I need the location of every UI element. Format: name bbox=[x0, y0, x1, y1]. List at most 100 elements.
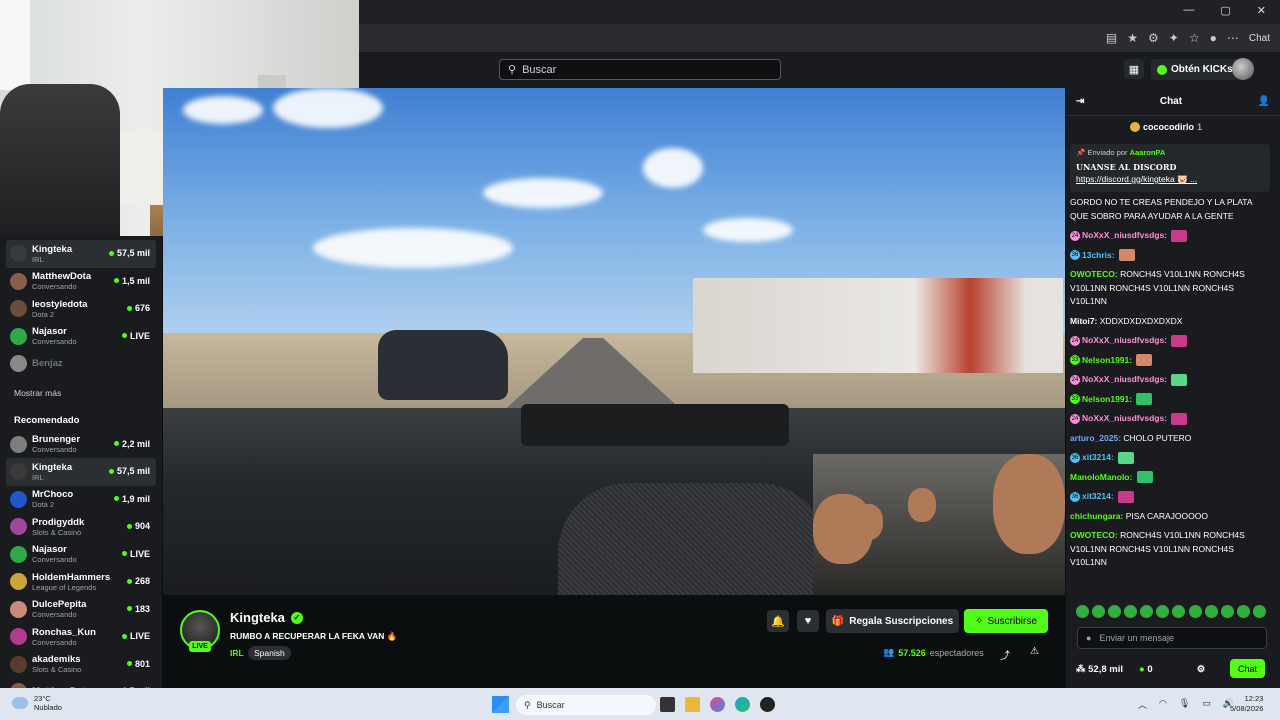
category-link[interactable]: IRL bbox=[230, 648, 244, 658]
get-kicks-button[interactable]: Obtén KICKs bbox=[1151, 59, 1239, 80]
sidebar-channel[interactable]: leostyledota Dota 2 676 bbox=[6, 295, 156, 323]
copilot-chat-button[interactable]: Chat bbox=[1249, 33, 1270, 44]
bookmark-star-icon[interactable]: ★ bbox=[1127, 31, 1138, 45]
emote-icon[interactable] bbox=[1108, 605, 1122, 618]
chat-message[interactable]: 33 Nelson1991: bbox=[1070, 393, 1266, 407]
sidebar-channel[interactable]: Najasor Conversando LIVE bbox=[6, 541, 156, 569]
subscribe-button[interactable]: ✧ Suscribirse bbox=[964, 609, 1048, 633]
emote-icon[interactable] bbox=[1156, 605, 1170, 618]
clock[interactable]: 12:23 5/08/2026 bbox=[1230, 694, 1263, 714]
share-icon[interactable]: ⤴ bbox=[1000, 647, 1010, 662]
sidebar-channel[interactable]: Brunenger Conversando 2,2 mil bbox=[6, 431, 156, 459]
sidebar-channel[interactable]: akademiks Slots & Casino 801 bbox=[6, 651, 156, 679]
language-tag[interactable]: Spanish bbox=[248, 646, 291, 660]
chat-username[interactable]: NoXxX_niusdfvsdgs: bbox=[1082, 335, 1167, 345]
emote-icon[interactable] bbox=[1204, 605, 1218, 618]
send-chat-button[interactable]: Chat bbox=[1230, 659, 1265, 678]
report-icon[interactable]: ⚠ bbox=[1030, 646, 1039, 657]
chat-username[interactable]: arturo_2025: bbox=[1070, 433, 1121, 443]
chat-message[interactable]: GORDO NO TE CREAS PENDEJO Y LA PLATA QUE… bbox=[1070, 196, 1266, 223]
emote-icon[interactable] bbox=[1220, 605, 1234, 618]
task-view-icon[interactable] bbox=[660, 697, 675, 712]
library-button[interactable]: ▦ bbox=[1124, 59, 1144, 79]
chat-message[interactable]: OWOTECO: RONCH4S V10L1NN RONCH4S V10L1NN… bbox=[1070, 529, 1266, 570]
chat-username[interactable]: OWOTECO: bbox=[1070, 530, 1118, 540]
emote-icon[interactable] bbox=[1188, 605, 1202, 618]
chevron-up-icon[interactable]: ︿ bbox=[1138, 698, 1147, 711]
chat-username[interactable]: Nelson1991: bbox=[1082, 355, 1132, 365]
chat-message[interactable]: 33 Nelson1991: bbox=[1070, 354, 1266, 368]
notification-bell-button[interactable]: 🔔 bbox=[767, 610, 789, 632]
chat-message[interactable]: Mitoi7: XDDXDXDXDXDXDX bbox=[1070, 315, 1266, 329]
chat-message[interactable]: 24 NoXxX_niusdfvsdgs: bbox=[1070, 373, 1266, 387]
more-icon[interactable]: ⋯ bbox=[1227, 31, 1239, 45]
edge-icon[interactable] bbox=[735, 697, 750, 712]
start-icon[interactable] bbox=[492, 696, 509, 713]
sidebar-channel[interactable]: MrChoco Dota 2 1,9 mil bbox=[6, 486, 156, 514]
profile-icon[interactable]: ● bbox=[1210, 31, 1217, 45]
extensions-icon[interactable]: ⚙ bbox=[1148, 31, 1159, 45]
chat-input[interactable]: ● Enviar un mensaje bbox=[1077, 627, 1267, 649]
chat-username[interactable]: Mitoi7: bbox=[1070, 316, 1097, 326]
chat-username[interactable]: xit3214: bbox=[1082, 452, 1114, 462]
app-icon[interactable] bbox=[760, 697, 775, 712]
chat-username[interactable]: OWOTECO: bbox=[1070, 269, 1118, 279]
minimize-button[interactable]: — bbox=[1183, 4, 1194, 17]
user-avatar[interactable] bbox=[1232, 58, 1254, 80]
weather-widget[interactable]: 23°C Nublado bbox=[12, 694, 62, 712]
collapse-chat-icon[interactable]: ⇥ bbox=[1076, 96, 1084, 107]
mic-icon[interactable]: 🎙 bbox=[1179, 698, 1190, 711]
chat-username[interactable]: NoXxX_niusdfvsdgs: bbox=[1082, 374, 1167, 384]
emote-icon[interactable] bbox=[1236, 605, 1250, 618]
chat-username[interactable]: 13chris: bbox=[1082, 250, 1115, 260]
chat-message[interactable]: 36 13chris: bbox=[1070, 249, 1266, 263]
sidebar-channel[interactable]: MatthewDota Conversando 1,5 mil bbox=[6, 268, 156, 296]
emote-icon[interactable] bbox=[1140, 605, 1154, 618]
maximize-button[interactable]: ▢ bbox=[1220, 4, 1230, 17]
taskbar-search[interactable]: ⚲ Buscar bbox=[516, 695, 656, 715]
sidebar-channel[interactable]: Benjaz bbox=[6, 350, 156, 378]
emote-icon[interactable] bbox=[1252, 605, 1266, 618]
chat-message[interactable]: 24 NoXxX_niusdfvsdgs: bbox=[1070, 412, 1266, 426]
chat-username[interactable]: NoXxX_niusdfvsdgs: bbox=[1082, 230, 1167, 240]
sidebar-channel[interactable]: Ronchas_Kun Conversando LIVE bbox=[6, 623, 156, 651]
extension-puzzle-icon[interactable]: ✦ bbox=[1169, 31, 1179, 45]
chat-username[interactable]: Nelson1991: bbox=[1082, 394, 1132, 404]
chat-username[interactable]: NoXxX_niusdfvsdgs: bbox=[1082, 413, 1167, 423]
chat-username[interactable]: ManoloManolo: bbox=[1070, 472, 1132, 482]
video-player[interactable] bbox=[163, 88, 1065, 595]
chat-message[interactable]: chichungara: PISA CARAJOOOOO bbox=[1070, 510, 1266, 524]
follow-button[interactable]: ♥ bbox=[797, 610, 819, 632]
chat-message[interactable]: ManoloManolo: bbox=[1070, 471, 1266, 485]
chat-message[interactable]: 36 xit3214: bbox=[1070, 490, 1266, 504]
emote-icon[interactable] bbox=[1124, 605, 1138, 618]
chat-users-icon[interactable]: 👤 bbox=[1258, 96, 1270, 107]
favorites-icon[interactable]: ☆ bbox=[1189, 31, 1200, 45]
chat-message[interactable]: 24 NoXxX_niusdfvsdgs: bbox=[1070, 229, 1266, 243]
sidebar-channel[interactable]: Kingteka IRL 57,5 mil bbox=[6, 240, 156, 268]
file-explorer-icon[interactable] bbox=[685, 697, 700, 712]
gift-subs-button[interactable]: 🎁 Regala Suscripciones bbox=[826, 609, 959, 633]
sidebar-channel[interactable]: Kingteka IRL 57,5 mil bbox=[6, 458, 156, 486]
channel-name[interactable]: Kingteka ✓ bbox=[230, 610, 303, 625]
sidebar-channel[interactable]: DulcePepita Conversando 183 bbox=[6, 596, 156, 624]
chat-message[interactable]: 24 NoXxX_niusdfvsdgs: bbox=[1070, 334, 1266, 348]
sidebar-channel[interactable]: HoldemHammers League of Legends 268 bbox=[6, 568, 156, 596]
display-icon[interactable]: ▭ bbox=[1202, 698, 1211, 711]
sidebar-channel[interactable]: Najasor Conversando LIVE bbox=[6, 323, 156, 351]
search-input[interactable]: ⚲ Buscar bbox=[499, 59, 781, 80]
close-button[interactable]: ✕ bbox=[1257, 4, 1266, 17]
pinned-message[interactable]: 📌 Enviado por AaaronPA UNANSE AL DISCORD… bbox=[1070, 144, 1270, 192]
show-more-link[interactable]: Mostrar más bbox=[14, 388, 156, 398]
chat-settings-icon[interactable]: ● bbox=[1086, 633, 1091, 643]
chat-message[interactable]: 36 xit3214: bbox=[1070, 451, 1266, 465]
wifi-icon[interactable]: ◠ bbox=[1159, 698, 1167, 711]
gear-icon[interactable]: ⚙ bbox=[1197, 664, 1206, 675]
reader-icon[interactable]: ▤ bbox=[1106, 31, 1117, 45]
chat-username[interactable]: xit3214: bbox=[1082, 491, 1114, 501]
chat-username[interactable]: chichungara: bbox=[1070, 511, 1123, 521]
chat-message[interactable]: arturo_2025: CHOLO PUTERO bbox=[1070, 432, 1266, 446]
emote-icon[interactable] bbox=[1076, 605, 1089, 618]
chat-message[interactable]: OWOTECO: RONCH4S V10L1NN RONCH4S V10L1NN… bbox=[1070, 268, 1266, 309]
emote-icon[interactable] bbox=[1092, 605, 1106, 618]
